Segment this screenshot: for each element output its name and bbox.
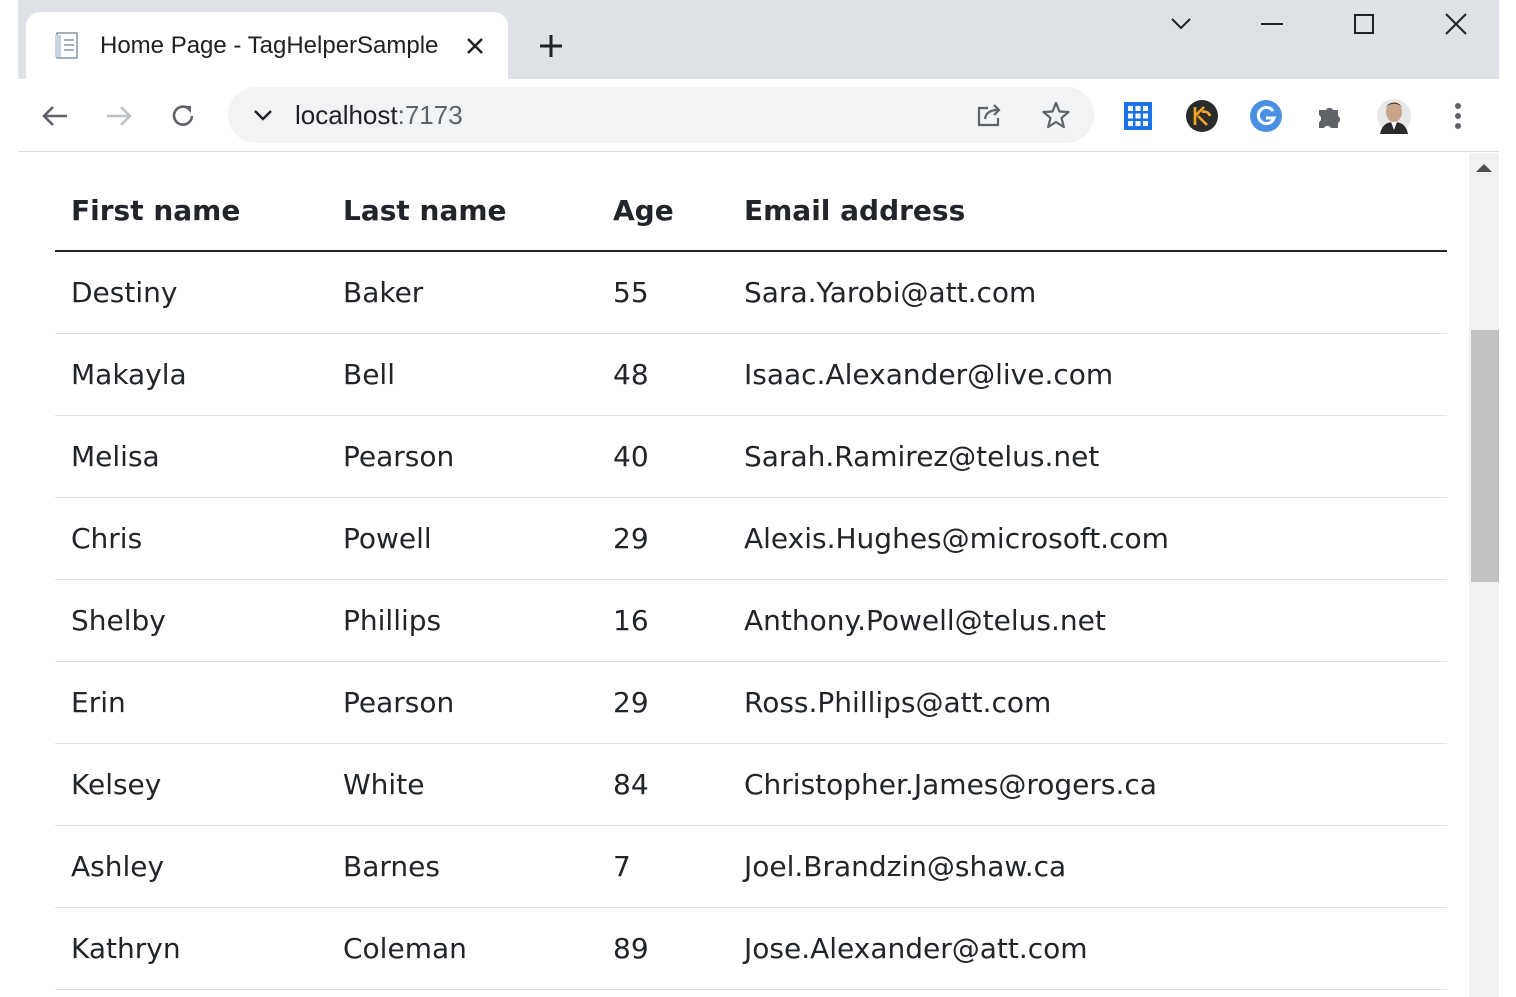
menu-kebab-icon[interactable] bbox=[1439, 97, 1477, 135]
bookmark-star-icon[interactable] bbox=[1039, 98, 1073, 132]
last-name-cell: Barnes bbox=[327, 825, 597, 908]
last-name-cell: Bell bbox=[327, 333, 597, 416]
table-row: Makayla Bell 48 Isaac.Alexander@live.com bbox=[55, 333, 1447, 416]
first-name-cell: Shelby bbox=[55, 579, 327, 662]
last-name-cell: Baker bbox=[327, 251, 597, 334]
url-host: localhost bbox=[295, 100, 398, 130]
email-cell: Ross.Phillips@att.com bbox=[728, 661, 1447, 744]
age-cell: 84 bbox=[597, 743, 728, 826]
column-header-email: Email address bbox=[728, 171, 1447, 252]
table-header-row: First name Last name Age Email address bbox=[55, 171, 1447, 252]
age-cell: 7 bbox=[597, 825, 728, 908]
table-row: Destiny Baker 55 Sara.Yarobi@att.com bbox=[55, 251, 1447, 334]
column-header-first-name: First name bbox=[55, 171, 327, 252]
table-row: Kelsey White 84 Christopher.James@rogers… bbox=[55, 743, 1447, 826]
site-info-chevron-icon[interactable] bbox=[246, 98, 280, 132]
new-tab-icon[interactable] bbox=[532, 27, 570, 65]
tab-active[interactable]: Home Page - TagHelperSample bbox=[26, 12, 508, 79]
age-cell: 16 bbox=[597, 579, 728, 662]
email-cell: Alexis.Hughes@microsoft.com bbox=[728, 497, 1447, 580]
share-icon[interactable] bbox=[973, 98, 1007, 132]
close-tab-icon[interactable] bbox=[458, 29, 492, 63]
keeper-icon[interactable] bbox=[1183, 97, 1221, 135]
back-arrow-icon[interactable] bbox=[36, 97, 74, 135]
url-text[interactable]: localhost:7173 bbox=[295, 101, 463, 129]
apps-grid-icon[interactable] bbox=[1119, 97, 1157, 135]
grammarly-icon[interactable] bbox=[1247, 97, 1285, 135]
browser-window: Home Page - TagHelperSample localhost:71… bbox=[18, 0, 1499, 997]
last-name-cell: White bbox=[327, 743, 597, 826]
first-name-cell: Destiny bbox=[55, 251, 327, 334]
column-header-age: Age bbox=[597, 171, 728, 252]
column-header-last-name: Last name bbox=[327, 171, 597, 252]
people-table: First name Last name Age Email address D… bbox=[55, 171, 1447, 990]
email-cell: Sara.Yarobi@att.com bbox=[728, 251, 1447, 334]
maximize-icon[interactable] bbox=[1341, 4, 1387, 44]
browser-toolbar: localhost:7173 bbox=[18, 79, 1499, 152]
first-name-cell: Chris bbox=[55, 497, 327, 580]
forward-arrow-icon[interactable] bbox=[100, 97, 138, 135]
table-row: Shelby Phillips 16 Anthony.Powell@telus.… bbox=[55, 579, 1447, 662]
url-port: :7173 bbox=[397, 100, 463, 130]
first-name-cell: Kelsey bbox=[55, 743, 327, 826]
vertical-scrollbar[interactable] bbox=[1469, 153, 1499, 997]
table-row: Chris Powell 29 Alexis.Hughes@microsoft.… bbox=[55, 497, 1447, 580]
first-name-cell: Melisa bbox=[55, 415, 327, 498]
profile-avatar[interactable] bbox=[1375, 97, 1413, 135]
first-name-cell: Erin bbox=[55, 661, 327, 744]
email-cell: Christopher.James@rogers.ca bbox=[728, 743, 1447, 826]
age-cell: 48 bbox=[597, 333, 728, 416]
tab-title: Home Page - TagHelperSample bbox=[100, 32, 439, 59]
reload-icon[interactable] bbox=[164, 97, 202, 135]
last-name-cell: Coleman bbox=[327, 907, 597, 990]
table-row: Kathryn Coleman 89 Jose.Alexander@att.co… bbox=[55, 907, 1447, 990]
age-cell: 55 bbox=[597, 251, 728, 334]
age-cell: 40 bbox=[597, 415, 728, 498]
table-row: Erin Pearson 29 Ross.Phillips@att.com bbox=[55, 661, 1447, 744]
close-window-icon[interactable] bbox=[1433, 4, 1479, 44]
last-name-cell: Powell bbox=[327, 497, 597, 580]
last-name-cell: Pearson bbox=[327, 661, 597, 744]
email-cell: Anthony.Powell@telus.net bbox=[728, 579, 1447, 662]
scrollbar-thumb[interactable] bbox=[1471, 330, 1499, 582]
address-bar[interactable]: localhost:7173 bbox=[228, 87, 1094, 143]
age-cell: 29 bbox=[597, 661, 728, 744]
email-cell: Joel.Brandzin@shaw.ca bbox=[728, 825, 1447, 908]
minimize-icon[interactable] bbox=[1249, 4, 1295, 44]
tab-strip: Home Page - TagHelperSample bbox=[18, 0, 1499, 79]
extensions-puzzle-icon[interactable] bbox=[1311, 97, 1349, 135]
table-row: Melisa Pearson 40 Sarah.Ramirez@telus.ne… bbox=[55, 415, 1447, 498]
email-cell: Sarah.Ramirez@telus.net bbox=[728, 415, 1447, 498]
page-content: First name Last name Age Email address D… bbox=[18, 153, 1469, 997]
age-cell: 29 bbox=[597, 497, 728, 580]
email-cell: Isaac.Alexander@live.com bbox=[728, 333, 1447, 416]
page-document-icon bbox=[52, 30, 82, 60]
scroll-up-arrow-icon[interactable] bbox=[1469, 153, 1499, 183]
first-name-cell: Makayla bbox=[55, 333, 327, 416]
email-cell: Jose.Alexander@att.com bbox=[728, 907, 1447, 990]
first-name-cell: Kathryn bbox=[55, 907, 327, 990]
last-name-cell: Phillips bbox=[327, 579, 597, 662]
last-name-cell: Pearson bbox=[327, 415, 597, 498]
table-row: Ashley Barnes 7 Joel.Brandzin@shaw.ca bbox=[55, 825, 1447, 908]
tab-search-chevron-icon[interactable] bbox=[1158, 4, 1204, 44]
age-cell: 89 bbox=[597, 907, 728, 990]
first-name-cell: Ashley bbox=[55, 825, 327, 908]
